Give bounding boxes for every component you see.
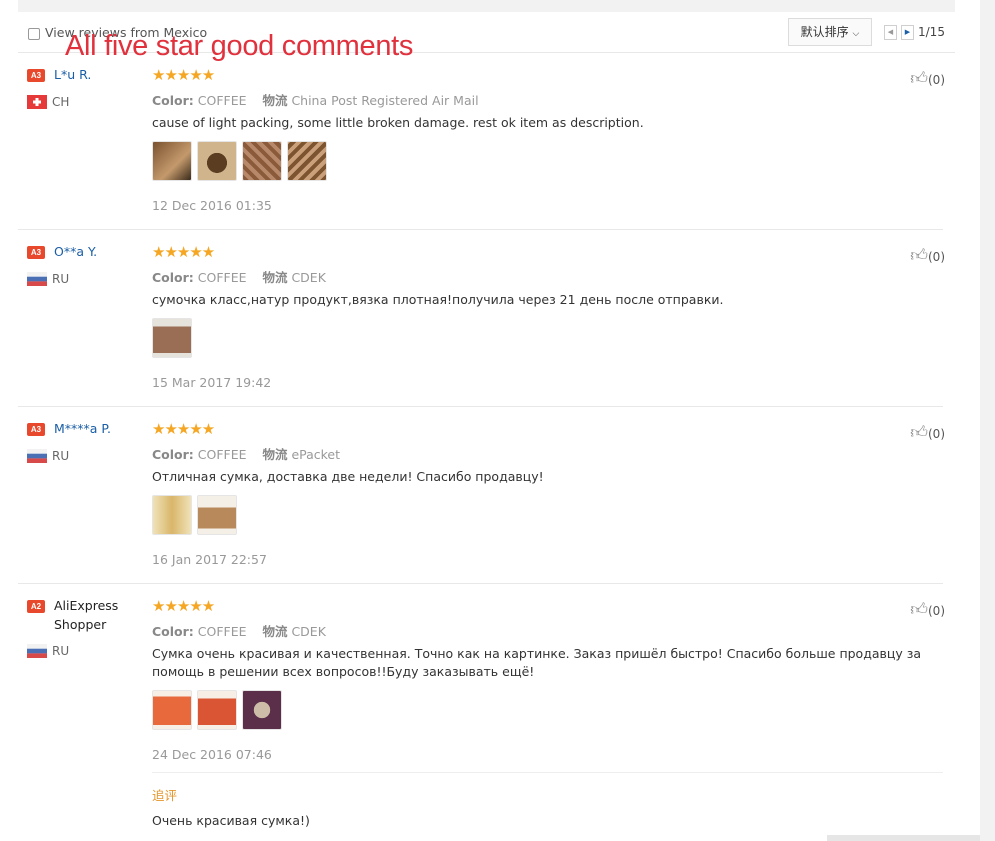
logistics-value: CDEK (291, 270, 326, 285)
star-rating: ★★★★★ (152, 66, 215, 84)
reviewer-country: RU (52, 272, 70, 286)
color-value: COFFEE (197, 624, 247, 639)
review-photos (152, 318, 192, 358)
thumbs-up-icon: 👍︎ (910, 246, 928, 266)
review-photos (152, 690, 282, 730)
flag-ru-icon (27, 644, 47, 658)
review-photos (152, 495, 237, 535)
review-photo[interactable] (287, 141, 327, 181)
arrow-right-icon[interactable]: ▶ (901, 25, 914, 40)
mexico-filter-checkbox[interactable] (28, 28, 40, 40)
review-text: сумочка класс,натур продукт,вязка плотна… (152, 292, 724, 307)
review-photo[interactable] (152, 495, 192, 535)
thumbs-up-icon: 👍︎ (910, 423, 928, 443)
review-photo[interactable] (242, 690, 282, 730)
reviewer-name-text: AliExpress Shopper (54, 598, 119, 632)
review-photo[interactable] (242, 141, 282, 181)
reviewer-name[interactable]: O**a Y. (54, 244, 97, 259)
like-button[interactable]: 👍︎(0) (910, 68, 945, 89)
star-rating: ★★★★★ (152, 243, 215, 261)
logistics-label: 物流 (262, 447, 288, 462)
flag-ch-icon (27, 95, 47, 109)
review-date: 15 Mar 2017 19:42 (152, 375, 272, 390)
reviewer-name[interactable]: M****a P. (54, 421, 111, 436)
review-photo[interactable] (197, 690, 237, 730)
review-date: 24 Dec 2016 07:46 (152, 747, 272, 762)
color-value: COFFEE (197, 447, 247, 462)
review-item: A3 O**a Y. RU ★★★★★ Color: COFFEE 物流 CDE… (18, 237, 945, 407)
product-meta: Color: COFFEE 物流 China Post Registered A… (152, 90, 479, 109)
reviewer-country: CH (52, 95, 70, 109)
star-rating: ★★★★★ (152, 420, 215, 438)
top-strip (18, 0, 955, 12)
buyer-level-badge: A3 (27, 246, 45, 259)
review-photos (152, 141, 327, 181)
flag-ru-icon (27, 272, 47, 286)
followup-divider (152, 772, 943, 773)
logistics-label: 物流 (262, 624, 288, 639)
like-count: (0) (928, 604, 945, 618)
color-label: Color: (152, 447, 194, 462)
reviewer-name[interactable]: AliExpress Shopper (54, 596, 154, 634)
followup-text: Очень красивая сумка!) (152, 813, 310, 828)
followup-label: 追评 (152, 788, 178, 803)
logistics-value: ePacket (291, 447, 341, 462)
review-text: cause of light packing, some little brok… (152, 115, 644, 130)
page-scroll-gutter (980, 0, 995, 841)
like-count: (0) (928, 250, 945, 264)
logistics-label: 物流 (262, 270, 288, 285)
logistics-value: China Post Registered Air Mail (291, 93, 479, 108)
review-date: 16 Jan 2017 22:57 (152, 552, 267, 567)
buyer-level-badge: A3 (27, 423, 45, 436)
logistics-label: 物流 (262, 93, 288, 108)
color-value: COFFEE (197, 93, 247, 108)
like-button[interactable]: 👍︎(0) (910, 422, 945, 443)
review-photo[interactable] (152, 318, 192, 358)
review-item: A2 AliExpress Shopper RU ★★★★★ Color: CO… (18, 591, 945, 841)
thumbs-up-icon: 👍︎ (910, 600, 928, 620)
review-item: A3 L*u R. CH ★★★★★ Color: COFFEE 物流 Chin… (18, 60, 945, 230)
review-photo[interactable] (152, 141, 192, 181)
reviewer-name[interactable]: L*u R. (54, 67, 91, 82)
chevron-down-icon: ⌵ (852, 29, 860, 39)
review-photo[interactable] (152, 690, 192, 730)
review-text: Сумка очень красивая и качественная. Точ… (152, 646, 922, 679)
product-meta: Color: COFFEE 物流 CDEK (152, 267, 326, 286)
review-photo[interactable] (197, 141, 237, 181)
color-label: Color: (152, 93, 194, 108)
buyer-level-badge: A3 (27, 69, 45, 82)
flag-ru-icon (27, 449, 47, 463)
sort-label: 默认排序 (800, 25, 849, 39)
color-label: Color: (152, 270, 194, 285)
like-count: (0) (928, 427, 945, 441)
star-rating: ★★★★★ (152, 597, 215, 615)
like-button[interactable]: 👍︎(0) (910, 599, 945, 620)
product-meta: Color: COFFEE 物流 CDEK (152, 621, 326, 640)
thumbs-up-icon: 👍︎ (910, 69, 928, 89)
page-indicator: 1/15 (918, 25, 945, 39)
like-button[interactable]: 👍︎(0) (910, 245, 945, 266)
reviewer-country: RU (52, 644, 70, 658)
like-count: (0) (928, 73, 945, 87)
color-value: COFFEE (197, 270, 247, 285)
buyer-level-badge: A2 (27, 600, 45, 613)
arrow-left-icon[interactable]: ◀ (884, 25, 897, 40)
logistics-value: CDEK (291, 624, 326, 639)
review-photo[interactable] (197, 495, 237, 535)
review-text: Отличная сумка, доставка две недели! Спа… (152, 469, 544, 484)
review-item: A3 M****a P. RU ★★★★★ Color: COFFEE 物流 e… (18, 414, 945, 584)
product-meta: Color: COFFEE 物流 ePacket (152, 444, 340, 463)
sort-dropdown[interactable]: 默认排序 ⌵ (788, 18, 872, 46)
review-date: 12 Dec 2016 01:35 (152, 198, 272, 213)
reviewer-country: RU (52, 449, 70, 463)
watermark-caption: All five star good comments (65, 30, 414, 62)
color-label: Color: (152, 624, 194, 639)
